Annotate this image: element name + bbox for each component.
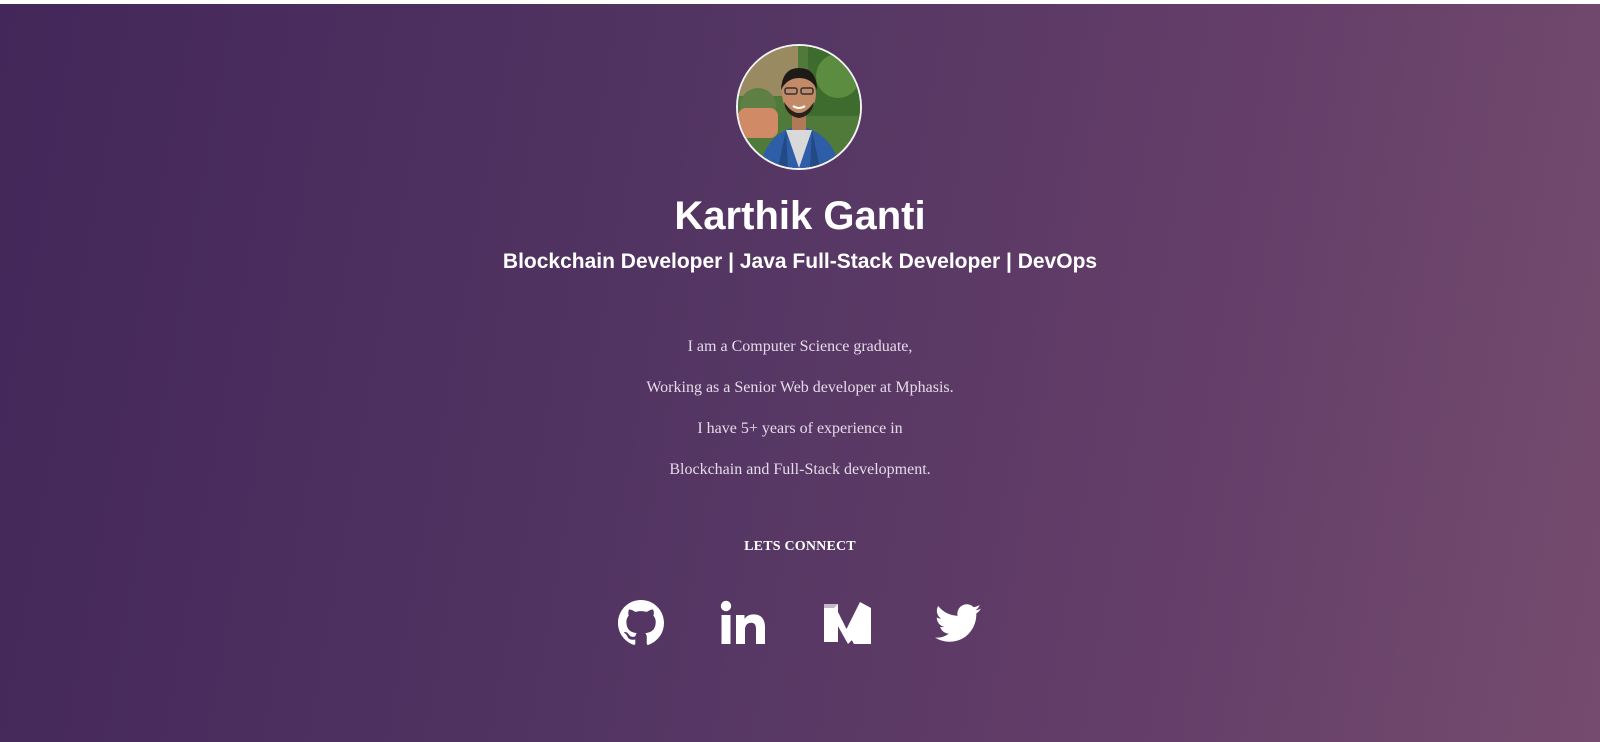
twitter-link[interactable] bbox=[934, 600, 982, 648]
connect-heading: LETS CONNECT bbox=[744, 539, 856, 554]
profile-photo-image bbox=[738, 46, 860, 168]
bio-line: Blockchain and Full-Stack development. bbox=[669, 461, 931, 478]
medium-link[interactable] bbox=[822, 600, 874, 648]
bio-line: I have 5+ years of experience in bbox=[697, 420, 903, 437]
bio-line: I am a Computer Science graduate, bbox=[687, 338, 913, 355]
profile-name: Karthik Ganti bbox=[674, 194, 926, 238]
linkedin-icon bbox=[720, 600, 765, 644]
linkedin-link[interactable] bbox=[720, 600, 766, 648]
profile-headline: Blockchain Developer | Java Full-Stack D… bbox=[502, 250, 1098, 273]
profile-avatar bbox=[736, 44, 862, 170]
bio-text: I am a Computer Science graduate, Workin… bbox=[0, 336, 1600, 500]
hero-section: Karthik Ganti Blockchain Developer | Jav… bbox=[0, 4, 1600, 742]
github-link[interactable] bbox=[618, 600, 664, 648]
medium-icon bbox=[824, 602, 871, 644]
bio-line: Working as a Senior Web developer at Mph… bbox=[646, 379, 954, 396]
github-icon bbox=[618, 600, 664, 645]
twitter-icon bbox=[935, 604, 981, 642]
